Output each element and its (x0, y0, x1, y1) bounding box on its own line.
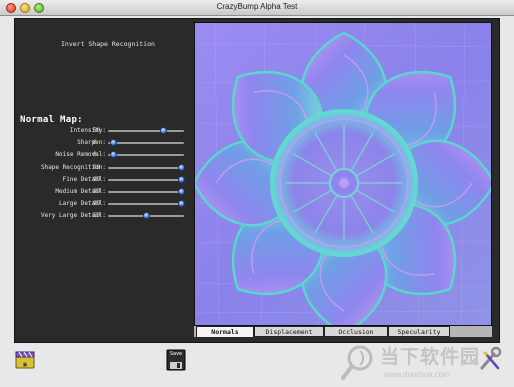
slider-list: Intensity: 50 Sharpen: 0 Noise Removal: … (16, 125, 190, 223)
svg-text:▣: ▣ (23, 362, 28, 368)
slider-value: 99 (93, 187, 101, 195)
slider-track[interactable] (108, 187, 185, 195)
slider-large-detail: Large Detail: 99 (16, 198, 190, 210)
slider-value: 99 (93, 175, 101, 183)
window-title: CrazyBump Alpha Test (216, 2, 298, 11)
floppy-disk-icon[interactable]: Save (166, 349, 186, 371)
slider-thumb[interactable] (177, 187, 185, 195)
slider-label: Noise Removal: (55, 151, 106, 159)
slider-track[interactable] (108, 151, 184, 159)
slider-sharpen: Sharpen: 0 (16, 137, 190, 149)
slider-thumb[interactable] (143, 212, 150, 220)
slider-value: 99 (93, 200, 101, 208)
slider-noise-removal: Noise Removal: 0 (16, 149, 190, 161)
slider-value: 99 (93, 163, 101, 171)
slider-value: 50 (93, 212, 101, 220)
slider-thumb[interactable] (159, 127, 167, 134)
slider-value: 0 (93, 139, 97, 147)
clapper-board-icon[interactable]: ▣ (14, 348, 36, 370)
slider-track[interactable] (108, 200, 185, 208)
slider-medium-detail: Medium Detail: 99 (16, 186, 190, 198)
slider-track[interactable] (108, 127, 184, 134)
tab-displacement[interactable]: Displacement (254, 326, 324, 337)
normal-map-preview[interactable] (194, 22, 492, 326)
watermark-brand: 当下软件园 (380, 346, 481, 368)
slider-track[interactable] (108, 163, 185, 171)
controls-panel: Invert Shape Recognition Normal Map: Int… (16, 20, 190, 338)
slider-intensity: Intensity: 50 (16, 125, 190, 137)
slider-thumb[interactable] (109, 151, 117, 159)
slider-track[interactable] (108, 212, 184, 220)
slider-track[interactable] (108, 139, 184, 147)
slider-value: 50 (93, 127, 101, 134)
tab-occlusion[interactable]: Occlusion (324, 326, 388, 337)
slider-thumb[interactable] (177, 175, 185, 183)
slider-thumb[interactable] (109, 139, 117, 147)
slider-thumb[interactable] (177, 163, 185, 171)
title-bar: CrazyBump Alpha Test (0, 0, 514, 16)
slider-label: Intensity: (69, 127, 106, 134)
slider-very-large-detail: Very Large Detail: 50 (16, 210, 190, 222)
slider-thumb[interactable] (177, 200, 185, 208)
map-type-tabs: Normals Displacement Occlusion Speculari… (194, 326, 492, 337)
slider-track[interactable] (108, 175, 185, 183)
tab-specularity[interactable]: Specularity (388, 326, 450, 337)
magnifier-logo-icon (341, 345, 373, 380)
watermark-url: www.downxia.com (384, 370, 450, 379)
slider-fine-detail: Fine Detail: 99 (16, 174, 190, 186)
save-label: Save (169, 351, 183, 357)
slider-shape-recognition: Shape Recognition: 99 (16, 162, 190, 174)
normal-map-heading: Normal Map: (20, 115, 83, 125)
wrench-screwdriver-icon[interactable] (478, 346, 502, 372)
slider-label: Sharpen: (77, 139, 106, 147)
slider-value: 0 (93, 151, 97, 159)
tab-normals[interactable]: Normals (196, 326, 254, 337)
invert-shape-recognition-button[interactable]: Invert Shape Recognition (61, 40, 155, 48)
